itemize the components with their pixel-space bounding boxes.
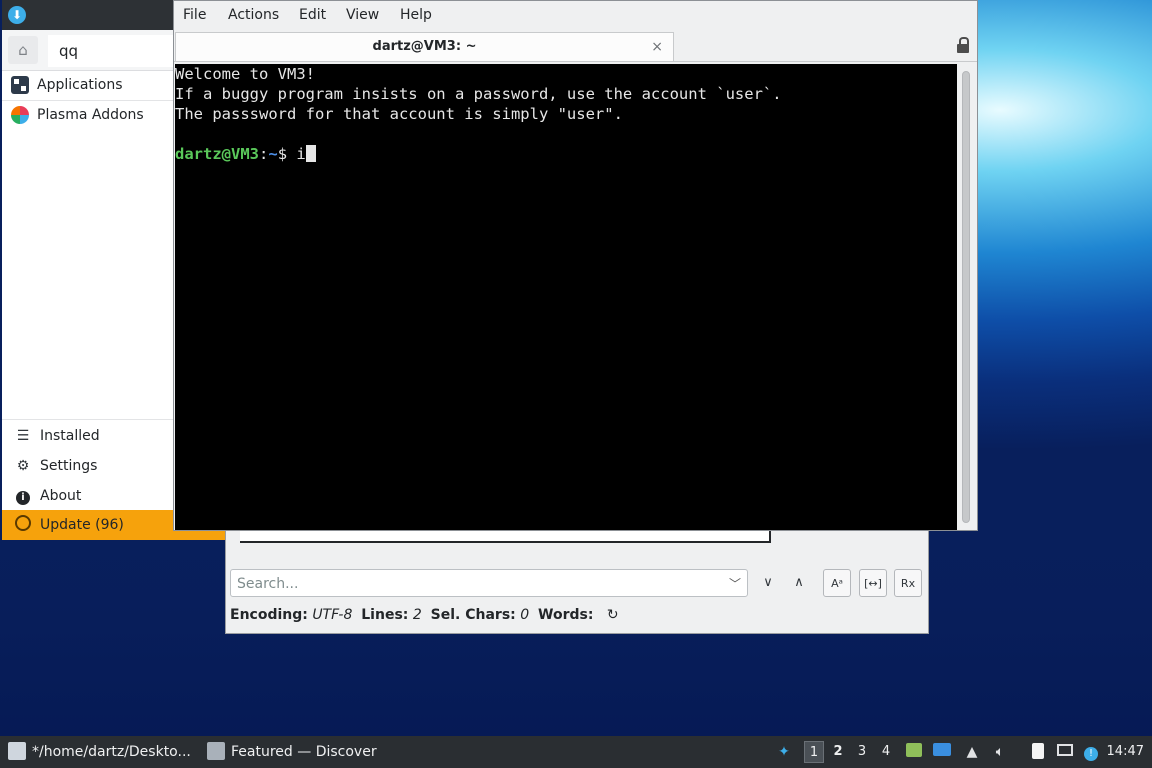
match-case-icon: Aᵃ — [831, 577, 843, 590]
tab-bar: dartz@VM3: ~ × — [174, 31, 977, 62]
terminal-scrollbar[interactable] — [959, 67, 973, 527]
nav-settings[interactable]: ⚙ Settings — [2, 451, 174, 481]
category-label: Plasma Addons — [37, 107, 144, 123]
info-icon: i — [14, 481, 32, 511]
app-launcher-icon[interactable]: ✦ — [775, 743, 793, 761]
typed-input: i — [296, 145, 306, 163]
lines-label: Lines: — [361, 607, 409, 623]
whole-words-icon: [↔] — [864, 577, 882, 590]
prompt-user: dartz@VM3 — [175, 145, 259, 163]
task-label: */home/dartz/Deskto... — [32, 744, 191, 760]
terminal-line: The passsword for that account is simply… — [175, 105, 623, 123]
clock[interactable]: 14:47 — [1107, 736, 1144, 768]
taskbar: */home/dartz/Deskto... Featured — Discov… — [0, 736, 1152, 768]
task-discover[interactable]: Featured — Discover — [207, 736, 377, 768]
nav-installed[interactable]: ☰ Installed — [2, 421, 174, 451]
menu-help[interactable]: Help — [400, 7, 432, 23]
menu-edit[interactable]: Edit — [299, 7, 326, 23]
discover-icon — [207, 742, 225, 760]
clipboard-icon[interactable] — [1029, 743, 1047, 761]
category-label: Applications — [37, 77, 123, 93]
text-cursor — [305, 145, 316, 162]
file-manager-icon[interactable] — [905, 743, 923, 761]
sel-chars-value: 0 — [520, 607, 530, 623]
category-plasma-addons[interactable]: Plasma Addons — [2, 100, 174, 130]
match-case-button[interactable]: Aᵃ — [823, 569, 851, 597]
close-icon[interactable]: × — [651, 33, 663, 61]
prompt-dollar: $ — [277, 145, 297, 163]
chevron-down-icon: ∨ — [763, 575, 773, 590]
regex-icon: Rx — [900, 577, 916, 590]
nav-label: Update (96) — [40, 517, 124, 533]
lines-value: 2 — [412, 607, 422, 623]
gear-icon: ⚙ — [16, 458, 30, 474]
nav-about[interactable]: i About — [2, 481, 174, 511]
kate-window: Search... ﹀ ∨ ∧ Aᵃ [↔] Rx Encoding: UTF-… — [225, 530, 929, 634]
regex-button[interactable]: Rx — [894, 569, 922, 597]
divider — [2, 419, 174, 420]
update-icon — [14, 510, 32, 540]
words-label: Words: — [538, 607, 594, 623]
workspace-3[interactable]: 3 — [852, 741, 872, 763]
home-button[interactable]: ⌂ — [8, 36, 38, 64]
nav-label: Installed — [40, 428, 100, 444]
menu-view[interactable]: View — [346, 7, 379, 23]
menu-actions[interactable]: Actions — [228, 7, 279, 23]
chevron-down-icon[interactable]: ﹀ — [729, 570, 741, 598]
terminal-line: Welcome to VM3! — [175, 65, 315, 83]
find-previous-button[interactable]: ∧ — [785, 569, 813, 597]
lock-icon[interactable] — [957, 37, 969, 53]
home-icon: ⌂ — [18, 41, 28, 59]
volume-icon[interactable]: 🔈︎ — [991, 743, 1009, 761]
tab-title: dartz@VM3: ~ — [372, 39, 477, 54]
workspace-4[interactable]: 4 — [876, 741, 896, 763]
prompt-path: ~ — [268, 145, 278, 163]
show-desktop-icon[interactable] — [933, 743, 951, 761]
applications-icon — [11, 76, 29, 94]
menu-bar: File Actions Edit View Help — [174, 1, 977, 31]
encoding-label: Encoding: — [230, 607, 308, 623]
task-label: Featured — Discover — [231, 744, 377, 760]
search-placeholder: Search... — [237, 576, 299, 592]
list-icon: ☰ — [16, 428, 30, 444]
task-text-editor[interactable]: */home/dartz/Deskto... — [8, 736, 191, 768]
menu-file[interactable]: File — [183, 7, 206, 23]
nav-label: Settings — [40, 458, 98, 474]
terminal-prompt-line: dartz@VM3:~$ i — [175, 145, 316, 163]
plasma-addons-icon — [11, 106, 29, 124]
sel-chars-label: Sel. Chars: — [430, 607, 516, 623]
network-icon[interactable] — [1056, 743, 1074, 761]
tab-terminal[interactable]: dartz@VM3: ~ × — [175, 32, 674, 61]
download-icon[interactable]: ⬇ — [8, 6, 26, 24]
prompt-separator: : — [259, 145, 269, 163]
category-applications[interactable]: Applications — [2, 70, 174, 100]
scrollbar-thumb[interactable] — [962, 71, 970, 523]
notification-icon[interactable]: ! — [1082, 743, 1100, 761]
text-editor-icon — [8, 742, 26, 760]
workspace-2[interactable]: 2 — [828, 741, 848, 763]
editor-area-edge — [240, 531, 771, 543]
encoding-value[interactable]: UTF-8 — [312, 607, 352, 623]
kate-status-bar: Encoding: UTF-8 Lines: 2 Sel. Chars: 0 W… — [230, 607, 619, 623]
whole-words-button[interactable]: [↔] — [859, 569, 887, 597]
refresh-icon[interactable]: ↻ — [607, 607, 619, 623]
workspace-1[interactable]: 1 — [804, 741, 824, 763]
find-next-button[interactable]: ∨ — [754, 569, 782, 597]
terminal-line: If a buggy program insists on a password… — [175, 85, 782, 103]
terminal-window: File Actions Edit View Help dartz@VM3: ~… — [173, 0, 978, 531]
terminal-screen[interactable]: Welcome to VM3! If a buggy program insis… — [175, 64, 957, 530]
nav-label: About — [40, 488, 82, 504]
chevron-up-icon: ∧ — [794, 575, 804, 590]
system-update-icon[interactable]: ▲ — [963, 743, 981, 761]
kate-search-input[interactable]: Search... ﹀ — [230, 569, 748, 597]
